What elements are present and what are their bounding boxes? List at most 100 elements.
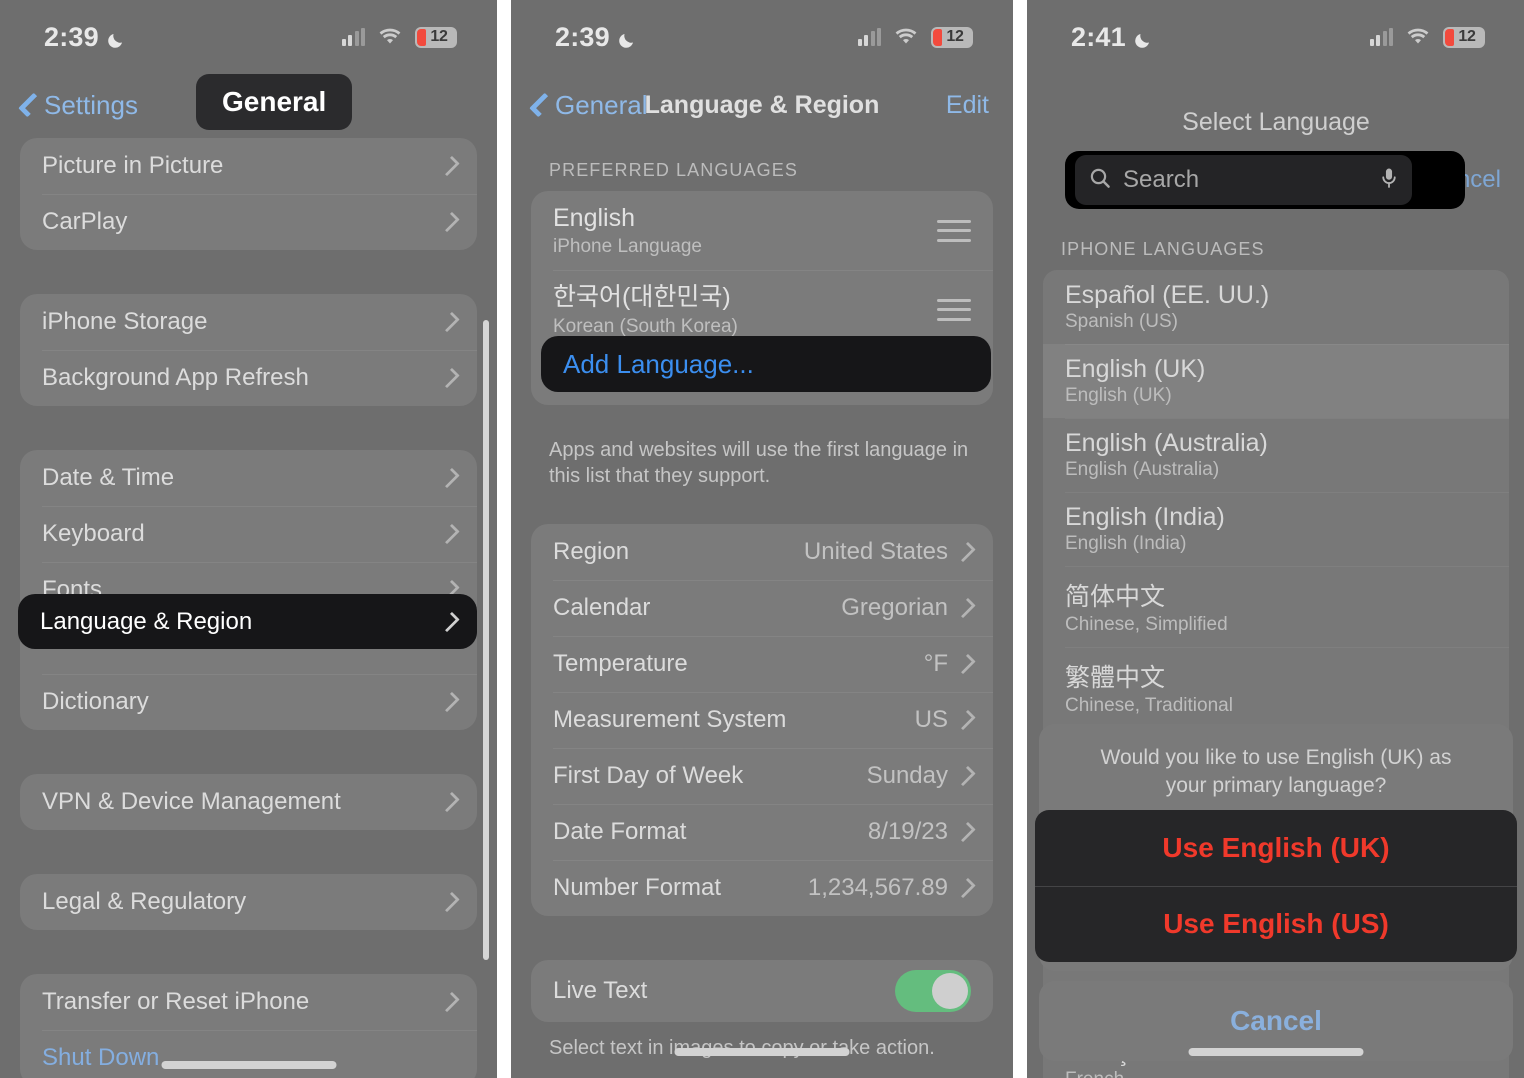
row-label: Picture in Picture <box>42 152 224 179</box>
row-label: Number Format <box>553 873 722 901</box>
status-bar: 2:39 12 <box>511 0 1013 74</box>
row-keyboard[interactable]: Keyboard <box>20 506 477 562</box>
row-label: Dictionary <box>42 688 149 715</box>
language-title: English <box>553 204 635 232</box>
general-tooltip-badge: General <box>196 74 353 130</box>
back-button-label: Settings <box>44 89 138 120</box>
row-carplay[interactable]: CarPlay <box>20 194 477 250</box>
row-iphone-storage[interactable]: iPhone Storage <box>20 294 477 350</box>
battery-level: 12 <box>430 28 448 45</box>
action-sheet-message: Would you like to use English (UK) as yo… <box>1100 746 1452 798</box>
row-language-region[interactable]: Language & Region <box>18 594 477 649</box>
chevron-right-icon <box>955 541 976 562</box>
search-placeholder: Search <box>1123 166 1200 193</box>
row-label: Language & Region <box>40 607 253 635</box>
row-calendar[interactable]: Calendar Gregorian <box>531 579 993 636</box>
row-label: Transfer or Reset iPhone <box>42 988 310 1015</box>
panel-divider <box>497 0 511 1078</box>
chevron-left-icon <box>529 92 554 118</box>
home-indicator <box>1188 1048 1364 1056</box>
status-time: 2:39 <box>555 21 610 52</box>
language-row-english[interactable]: English iPhone Language <box>531 191 993 270</box>
row-value: 1,234,567.89 <box>807 873 948 901</box>
row-legal-regulatory[interactable]: Legal & Regulatory <box>20 874 477 930</box>
region-settings-group: Region United States Calendar Gregorian … <box>531 523 993 916</box>
edit-button[interactable]: Edit <box>946 91 989 120</box>
panel-divider <box>1013 0 1027 1078</box>
language-option-chinese-traditional[interactable]: 繁體中文 Chinese, Traditional <box>1043 647 1509 728</box>
language-text: English iPhone Language <box>553 203 937 258</box>
row-shut-down[interactable]: Shut Down <box>20 1030 477 1078</box>
language-title: 繁體中文 <box>1065 664 1166 692</box>
wifi-icon <box>1406 28 1430 46</box>
microphone-icon[interactable] <box>1380 167 1398 194</box>
row-picture-in-picture[interactable]: Picture in Picture <box>20 138 477 194</box>
row-number-format[interactable]: Number Format 1,234,567.89 <box>531 859 993 916</box>
status-time: 2:39 <box>44 21 99 52</box>
battery-level: 12 <box>1458 28 1476 45</box>
section-header-iphone-languages: IPHONE LANGUAGES <box>1061 239 1265 259</box>
language-option-chinese-simplified[interactable]: 简体中文 Chinese, Simplified <box>1043 566 1509 647</box>
drag-handle-icon[interactable] <box>937 298 971 321</box>
vertical-scrollbar[interactable] <box>483 320 489 960</box>
back-button-settings[interactable]: Settings <box>18 89 138 121</box>
search-icon <box>1089 167 1111 194</box>
drag-handle-icon[interactable] <box>937 219 971 242</box>
chevron-right-icon <box>955 821 976 842</box>
row-value: °F <box>923 649 948 677</box>
add-language-button[interactable]: Add Language... <box>541 336 991 392</box>
three-panel-screenshot: 2:39 12 Settings General Picture in Pict… <box>0 0 1524 1078</box>
row-label: Region <box>553 537 630 565</box>
panel-general-settings: 2:39 12 Settings General Picture in Pict… <box>0 0 497 1078</box>
back-button-general[interactable]: General <box>529 90 648 121</box>
home-indicator <box>161 1061 336 1069</box>
row-background-app-refresh[interactable]: Background App Refresh <box>20 350 477 406</box>
language-subtitle: Chinese, Simplified <box>1065 614 1228 635</box>
row-transfer-reset-iphone[interactable]: Transfer or Reset iPhone <box>20 974 477 1030</box>
language-option-english-australia[interactable]: English (Australia) English (Australia) <box>1043 418 1509 492</box>
row-value: 8/19/23 <box>867 817 948 845</box>
row-temperature[interactable]: Temperature °F <box>531 635 993 692</box>
row-region[interactable]: Region United States <box>531 524 993 580</box>
language-subtitle: Spanish (US) <box>1065 311 1178 332</box>
cellular-signal-icon <box>857 27 881 46</box>
search-row: Search Cancel <box>1027 151 1524 209</box>
settings-group-2: iPhone Storage Background App Refresh <box>20 294 477 406</box>
row-vpn-device-management[interactable]: VPN & Device Management <box>20 774 477 830</box>
row-label: Background App Refresh <box>42 364 309 391</box>
row-live-text[interactable]: Live Text <box>531 960 993 1022</box>
chevron-right-icon <box>955 765 976 786</box>
battery-level: 12 <box>946 28 964 45</box>
chevron-right-icon <box>955 877 976 898</box>
language-title: English (Australia) <box>1065 429 1268 457</box>
status-left: 2:39 <box>44 22 127 53</box>
search-input[interactable]: Search <box>1075 155 1413 205</box>
cellular-signal-icon <box>1369 27 1393 46</box>
toggle-on-icon[interactable] <box>895 969 971 1012</box>
use-english-us-button[interactable]: Use English (US) <box>1035 886 1517 962</box>
language-option-english-uk[interactable]: English (UK) English (UK) <box>1043 344 1509 418</box>
preferred-languages-footnote: Apps and websites will use the first lan… <box>549 438 969 488</box>
status-left: 2:41 <box>1071 22 1154 53</box>
row-first-day-of-week[interactable]: First Day of Week Sunday <box>531 747 993 804</box>
language-subtitle: English (UK) <box>1065 385 1172 406</box>
language-subtitle: French <box>1065 1069 1487 1078</box>
row-value: US <box>914 705 948 733</box>
row-date-format[interactable]: Date Format 8/19/23 <box>531 803 993 860</box>
language-option-english-india[interactable]: English (India) English (India) <box>1043 492 1509 566</box>
home-indicator <box>674 1048 850 1056</box>
chevron-right-icon <box>955 597 976 618</box>
battery-icon: 12 <box>931 26 973 48</box>
row-dictionary[interactable]: Dictionary <box>20 674 477 730</box>
row-label: VPN & Device Management <box>42 788 341 815</box>
language-title: English (India) <box>1065 503 1225 531</box>
row-date-time[interactable]: Date & Time <box>20 450 477 506</box>
row-measurement-system[interactable]: Measurement System US <box>531 691 993 748</box>
chevron-right-icon <box>955 709 976 730</box>
language-option-spanish-us[interactable]: Español (EE. UU.) Spanish (US) <box>1043 270 1509 344</box>
use-english-uk-button[interactable]: Use English (UK) <box>1035 810 1517 886</box>
